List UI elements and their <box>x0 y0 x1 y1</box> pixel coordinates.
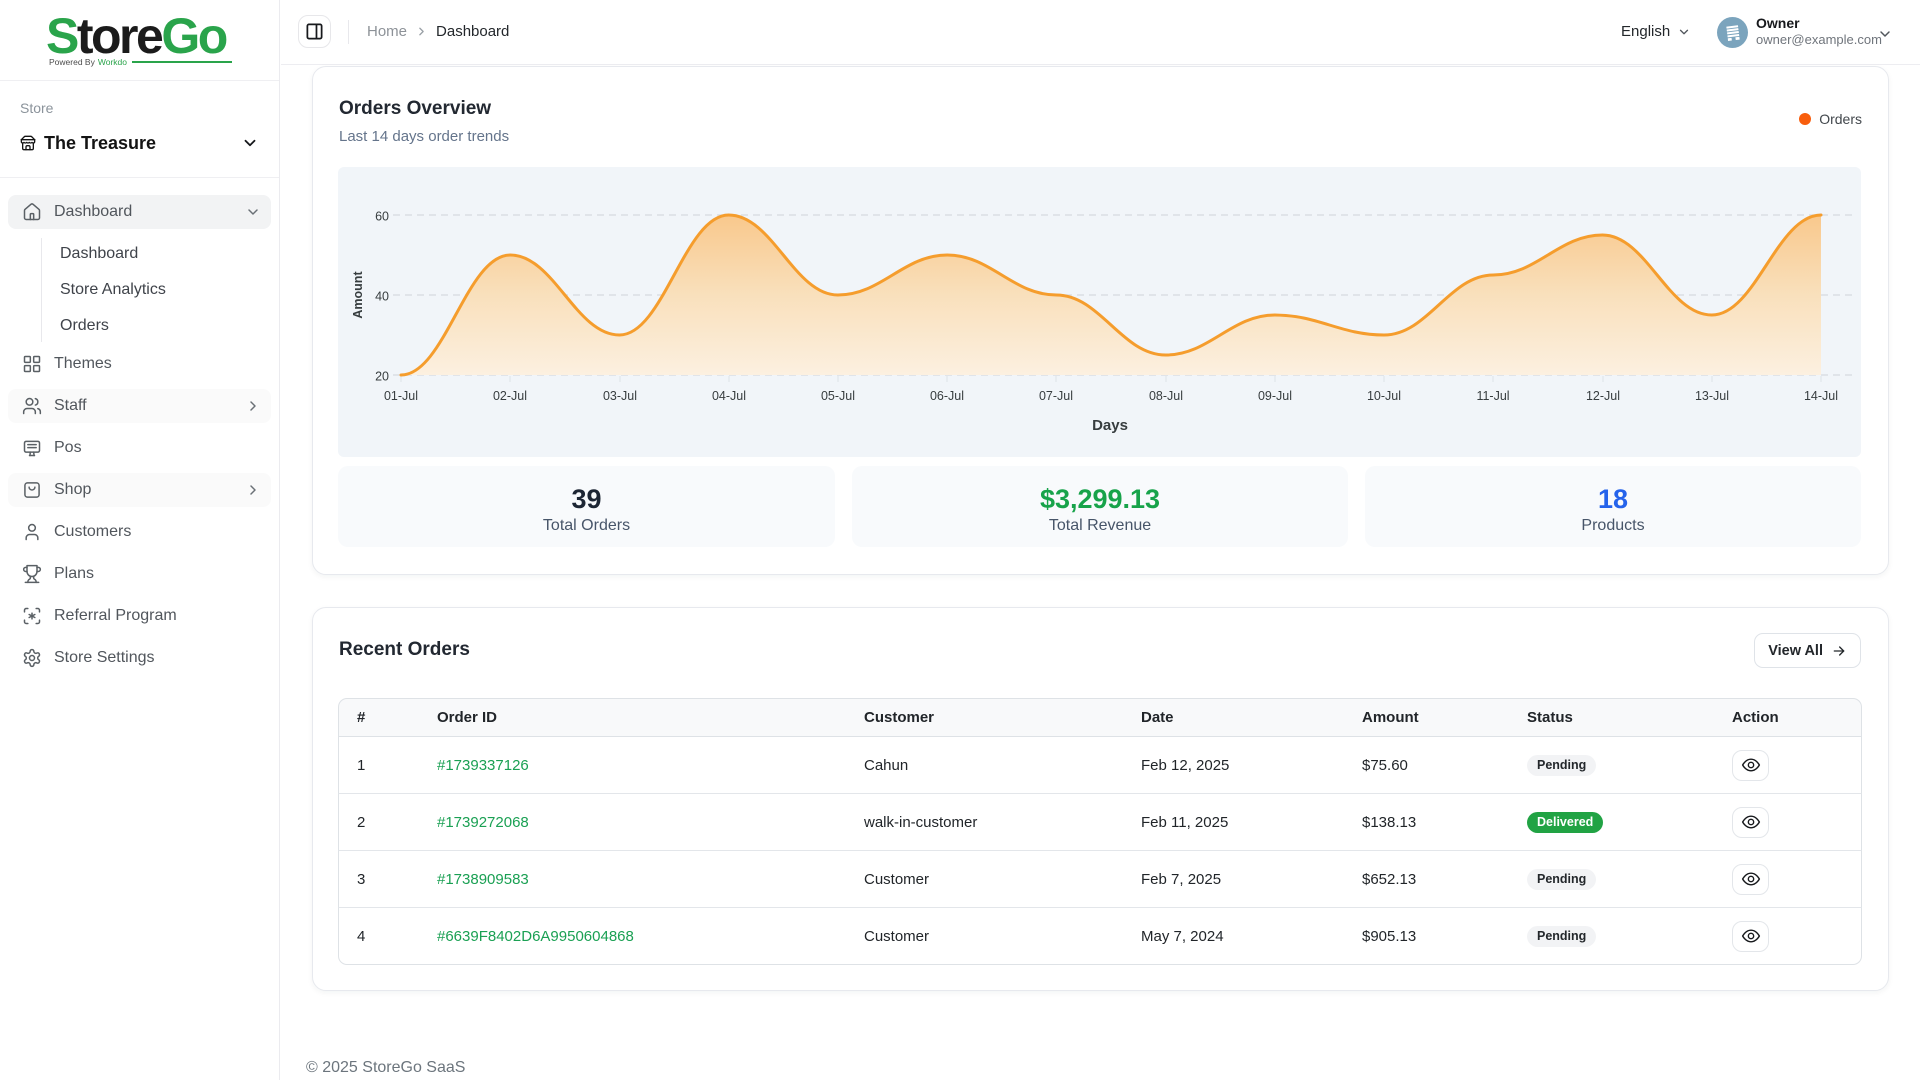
svg-text:60: 60 <box>375 210 389 224</box>
svg-text:Amount: Amount <box>351 271 365 319</box>
svg-text:14-Jul: 14-Jul <box>1804 389 1838 403</box>
svg-text:05-Jul: 05-Jul <box>821 389 855 403</box>
svg-text:08-Jul: 08-Jul <box>1149 389 1183 403</box>
svg-text:11-Jul: 11-Jul <box>1476 389 1509 403</box>
svg-text:02-Jul: 02-Jul <box>493 389 527 403</box>
svg-text:12-Jul: 12-Jul <box>1586 389 1620 403</box>
svg-text:04-Jul: 04-Jul <box>712 389 746 403</box>
svg-text:03-Jul: 03-Jul <box>603 389 637 403</box>
svg-text:13-Jul: 13-Jul <box>1695 389 1729 403</box>
svg-text:10-Jul: 10-Jul <box>1367 389 1401 403</box>
svg-text:07-Jul: 07-Jul <box>1039 389 1073 403</box>
svg-text:Days: Days <box>1092 417 1128 434</box>
svg-text:20: 20 <box>375 370 389 384</box>
svg-text:06-Jul: 06-Jul <box>930 389 964 403</box>
svg-text:09-Jul: 09-Jul <box>1258 389 1292 403</box>
svg-text:01-Jul: 01-Jul <box>384 389 418 403</box>
svg-text:40: 40 <box>375 290 389 304</box>
